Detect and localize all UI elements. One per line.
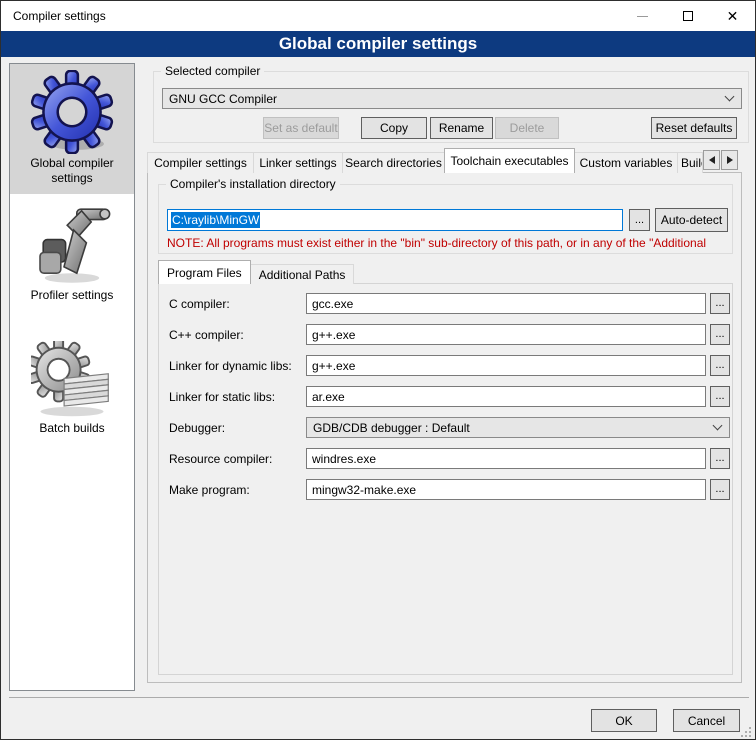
resize-grip[interactable]	[739, 725, 751, 737]
program-files-subtabbar: Program Files Additional Paths	[158, 260, 353, 284]
browse-install-dir-button[interactable]: ...	[629, 209, 650, 231]
field-row-dynamic-linker: Linker for dynamic libs: ...	[159, 355, 732, 377]
browse-c-compiler-button[interactable]: ...	[710, 293, 730, 314]
sidebar-item-profiler-settings[interactable]: Profiler settings	[10, 200, 134, 311]
browse-static-linker-button[interactable]: ...	[710, 386, 730, 407]
c-compiler-label: C compiler:	[169, 293, 230, 315]
field-row-debugger: Debugger: GDB/CDB debugger : Default	[159, 417, 732, 439]
maximize-icon	[683, 11, 693, 21]
caliper-icon	[32, 206, 112, 286]
page-title: Global compiler settings	[1, 31, 755, 57]
titlebar: Compiler settings ✕	[1, 1, 755, 31]
sidebar-item-batch-builds[interactable]: Batch builds	[10, 335, 134, 444]
make-program-input[interactable]	[306, 479, 706, 500]
tab-custom-variables[interactable]: Custom variables	[574, 152, 678, 173]
left-arrow-icon	[709, 156, 715, 164]
reset-defaults-button[interactable]: Reset defaults	[651, 117, 737, 139]
subtab-program-files[interactable]: Program Files	[158, 260, 251, 284]
resource-compiler-input[interactable]	[306, 448, 706, 469]
subtab-additional-paths[interactable]: Additional Paths	[250, 264, 355, 284]
cpp-compiler-input[interactable]	[306, 324, 706, 345]
tab-toolchain-executables[interactable]: Toolchain executables	[444, 148, 575, 173]
chevron-down-icon	[713, 420, 723, 430]
install-dir-note: NOTE: All programs must exist either in …	[167, 236, 729, 250]
tab-scroll-left-button[interactable]	[703, 150, 720, 170]
copy-button[interactable]: Copy	[361, 117, 427, 139]
ok-button[interactable]: OK	[591, 709, 657, 732]
set-as-default-button[interactable]: Set as default	[263, 117, 339, 139]
debugger-select-value: GDB/CDB debugger : Default	[313, 421, 470, 435]
sidebar-item-label: Global compiler settings	[16, 156, 128, 186]
minimize-button[interactable]	[620, 1, 665, 31]
field-row-c-compiler: C compiler: ...	[159, 293, 732, 315]
settings-tabbar: Compiler settings Linker settings Search…	[147, 148, 738, 173]
install-dir-selected-text: C:\raylib\MinGW	[171, 212, 260, 228]
c-compiler-input[interactable]	[306, 293, 706, 314]
sidebar-item-label: Profiler settings	[16, 288, 128, 303]
program-files-panel: C compiler: ... C++ compiler: ... Linker…	[158, 283, 733, 675]
selected-compiler-group-label: Selected compiler	[161, 64, 264, 78]
auto-detect-button[interactable]: Auto-detect	[655, 208, 728, 232]
resource-compiler-label: Resource compiler:	[169, 448, 272, 470]
gray-gear-stack-icon	[31, 341, 113, 419]
minimize-icon	[637, 16, 648, 17]
delete-button[interactable]: Delete	[495, 117, 559, 139]
cancel-button[interactable]: Cancel	[673, 709, 740, 732]
installation-directory-group: Compiler's installation directory C:\ray…	[158, 184, 733, 254]
compiler-select[interactable]: GNU GCC Compiler	[162, 88, 742, 109]
blue-gear-icon	[30, 70, 114, 154]
close-icon: ✕	[727, 8, 739, 25]
right-arrow-icon	[727, 156, 733, 164]
window-title: Compiler settings	[13, 9, 106, 23]
field-row-static-linker: Linker for static libs: ...	[159, 386, 732, 408]
tab-scroll-right-button[interactable]	[721, 150, 738, 170]
browse-make-program-button[interactable]: ...	[710, 479, 730, 500]
tab-build-options-truncated[interactable]: Build	[677, 152, 703, 173]
install-dir-input[interactable]: C:\raylib\MinGW	[167, 209, 623, 231]
close-button[interactable]: ✕	[710, 1, 755, 31]
compiler-select-value: GNU GCC Compiler	[169, 92, 277, 106]
installation-directory-group-label: Compiler's installation directory	[166, 177, 340, 191]
sidebar-item-label: Batch builds	[16, 421, 128, 436]
static-linker-input[interactable]	[306, 386, 706, 407]
compiler-settings-dialog: Compiler settings ✕ Global compiler sett…	[0, 0, 756, 740]
field-row-resource-compiler: Resource compiler: ...	[159, 448, 732, 470]
maximize-button[interactable]	[665, 1, 710, 31]
sidebar-item-global-compiler-settings[interactable]: Global compiler settings	[10, 64, 134, 194]
chevron-down-icon	[725, 91, 735, 101]
browse-resource-compiler-button[interactable]: ...	[710, 448, 730, 469]
field-row-cpp-compiler: C++ compiler: ...	[159, 324, 732, 346]
static-linker-label: Linker for static libs:	[169, 386, 275, 408]
tab-linker-settings[interactable]: Linker settings	[253, 152, 343, 173]
browse-dynamic-linker-button[interactable]: ...	[710, 355, 730, 376]
caption-buttons: ✕	[620, 1, 755, 31]
cpp-compiler-label: C++ compiler:	[169, 324, 244, 346]
dynamic-linker-input[interactable]	[306, 355, 706, 376]
toolchain-executables-panel: Compiler's installation directory C:\ray…	[147, 172, 742, 683]
selected-compiler-group: Selected compiler GNU GCC Compiler Set a…	[153, 71, 749, 143]
tab-compiler-settings[interactable]: Compiler settings	[147, 152, 254, 173]
browse-cpp-compiler-button[interactable]: ...	[710, 324, 730, 345]
dialog-body: Global compiler settings	[1, 57, 755, 740]
footer-divider	[9, 697, 749, 698]
field-row-make-program: Make program: ...	[159, 479, 732, 501]
debugger-select[interactable]: GDB/CDB debugger : Default	[306, 417, 730, 438]
debugger-label: Debugger:	[169, 417, 225, 439]
rename-button[interactable]: Rename	[430, 117, 493, 139]
tab-search-directories[interactable]: Search directories	[342, 152, 445, 173]
settings-category-list: Global compiler settings	[9, 63, 135, 691]
make-program-label: Make program:	[169, 479, 250, 501]
dynamic-linker-label: Linker for dynamic libs:	[169, 355, 292, 377]
